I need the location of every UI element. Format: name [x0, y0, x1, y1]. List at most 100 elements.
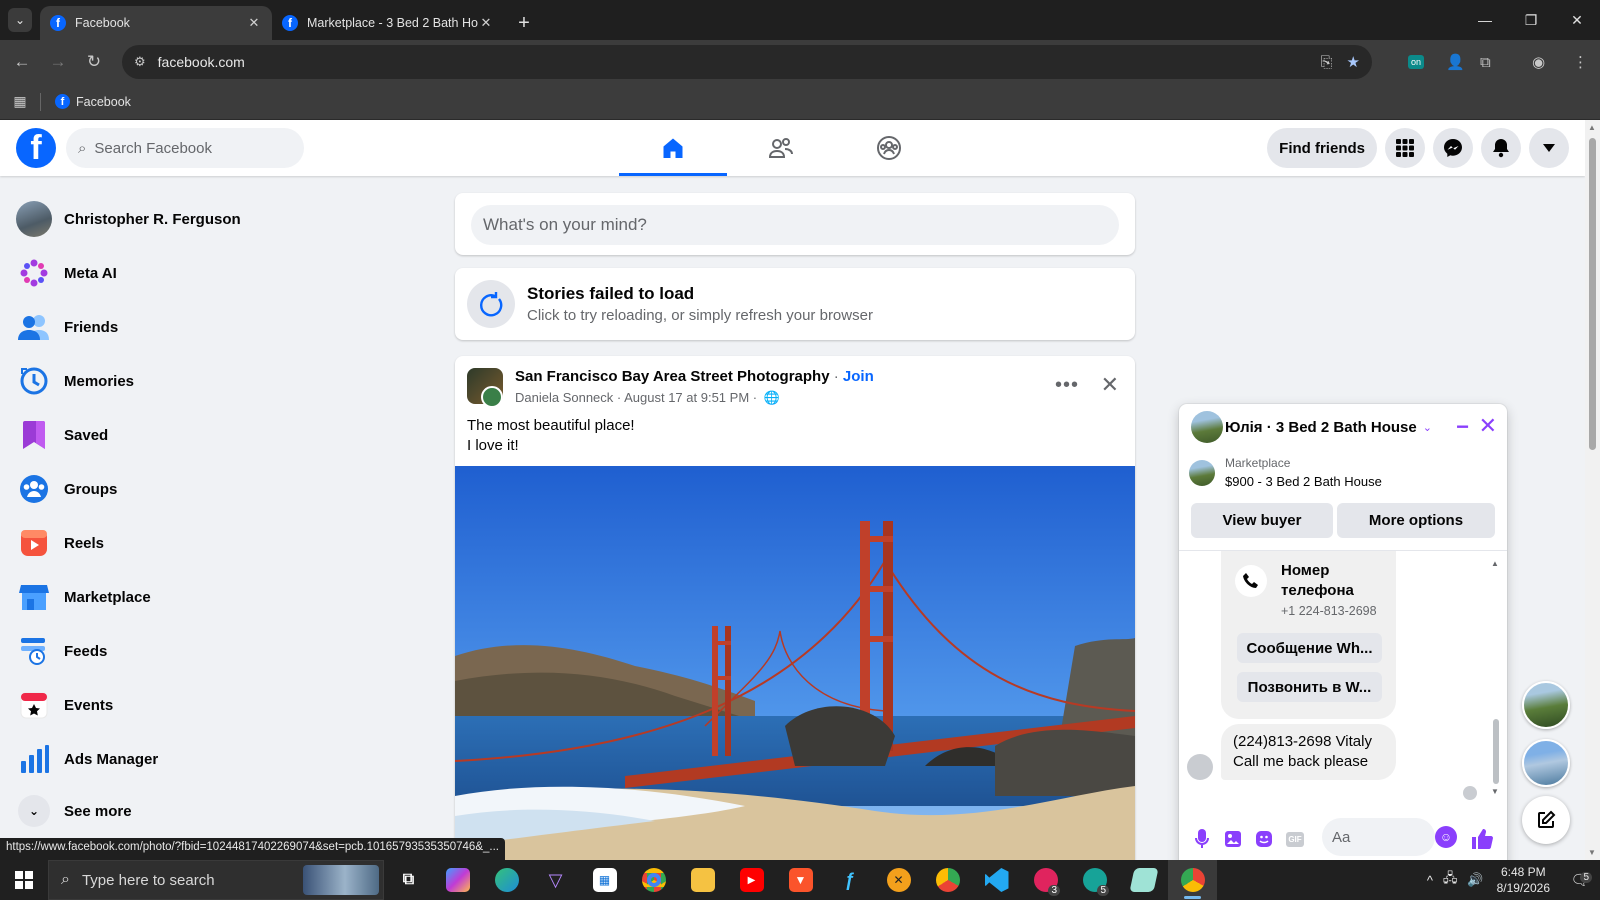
address-bar[interactable]: ⚙ facebook.com ⎘ ★: [122, 45, 1372, 79]
close-window-button[interactable]: ✕: [1554, 0, 1600, 40]
sidebar-item-ads-manager[interactable]: Ads Manager: [8, 732, 368, 786]
tab-marketplace[interactable]: f Marketplace - 3 Bed 2 Bath Hou ✕: [272, 6, 504, 40]
app-with-badge-3-icon[interactable]: 3: [1021, 860, 1070, 900]
chat-head-avatar[interactable]: [1522, 681, 1570, 729]
app-with-badge-5-icon[interactable]: 5: [1070, 860, 1119, 900]
scroll-down-icon[interactable]: ▼: [1491, 787, 1499, 796]
extension-person-icon[interactable]: 👤: [1446, 45, 1465, 79]
more-options-button[interactable]: More options: [1337, 503, 1495, 538]
volume-icon[interactable]: 🔊: [1467, 872, 1483, 888]
taskbar-clock[interactable]: 6:48 PM 8/19/2026: [1497, 864, 1550, 896]
chat-header[interactable]: Юлія · 3 Bed 2 Bath House ⌄ − ✕: [1179, 404, 1507, 450]
scroll-up-icon[interactable]: ▲: [1491, 559, 1499, 568]
thumbs-up-icon[interactable]: [1471, 828, 1493, 850]
network-icon[interactable]: 🖧: [1443, 869, 1458, 891]
chat-scrollbar[interactable]: ▲ ▼: [1491, 559, 1501, 799]
chat-head-avatar[interactable]: [1522, 739, 1570, 787]
site-info-icon[interactable]: ⚙: [134, 54, 146, 70]
chat-message-input[interactable]: Aa: [1322, 818, 1435, 856]
sidebar-item-reels[interactable]: Reels: [8, 516, 368, 570]
extension-on-icon[interactable]: on: [1408, 45, 1425, 79]
post-author-and-time[interactable]: Daniela Sonneck · August 17 at 9:51 PM ·: [515, 390, 757, 405]
sidebar-item-groups[interactable]: Groups: [8, 462, 368, 516]
sidebar-see-more[interactable]: ⌄ See more: [8, 786, 368, 836]
tab-close-icon[interactable]: ✕: [246, 15, 262, 31]
account-menu-button[interactable]: [1529, 128, 1569, 168]
file-explorer-icon[interactable]: [678, 860, 727, 900]
stories-error-card[interactable]: Stories failed to load Click to try relo…: [455, 268, 1135, 340]
call-whatsapp-button[interactable]: Позвонить в W...: [1237, 672, 1382, 702]
scroll-up-arrow-icon[interactable]: ▲: [1588, 123, 1596, 132]
restore-window-button[interactable]: ❐: [1508, 0, 1554, 40]
nav-friends-tab[interactable]: [727, 120, 835, 176]
scroll-down-arrow-icon[interactable]: ▼: [1588, 848, 1596, 857]
sidebar-item-feeds[interactable]: Feeds: [8, 624, 368, 678]
bookmark-facebook[interactable]: Facebook: [76, 95, 131, 109]
message-whatsapp-button[interactable]: Сообщение Wh...: [1237, 633, 1382, 663]
view-buyer-button[interactable]: View buyer: [1191, 503, 1333, 538]
tab-close-icon[interactable]: ✕: [478, 15, 494, 31]
post-options-icon[interactable]: •••: [1055, 374, 1079, 397]
new-tab-button[interactable]: +: [510, 9, 538, 37]
gif-icon[interactable]: GIF: [1284, 828, 1306, 850]
chat-scrollbar-thumb[interactable]: [1493, 719, 1499, 784]
sidebar-item-saved[interactable]: Saved: [8, 408, 368, 462]
browser-menu-icon[interactable]: ⋮: [1573, 45, 1588, 79]
search-highlight-image[interactable]: [303, 865, 379, 895]
taskbar-search-box[interactable]: ⌕ Type here to search: [48, 860, 384, 900]
sidebar-item-meta-ai[interactable]: Meta AI: [8, 246, 368, 300]
sidebar-item-profile[interactable]: Christopher R. Ferguson: [8, 192, 368, 246]
chrome-profile-icon[interactable]: [923, 860, 972, 900]
nav-home-tab[interactable]: [619, 120, 727, 176]
sidebar-item-marketplace[interactable]: Marketplace: [8, 570, 368, 624]
sidebar-item-events[interactable]: Events: [8, 678, 368, 732]
chrome-active-icon[interactable]: [1168, 860, 1217, 900]
vscode-icon[interactable]: [972, 860, 1021, 900]
microphone-icon[interactable]: [1191, 828, 1213, 850]
chat-contact-name[interactable]: Юлія · 3 Bed 2 Bath House: [1225, 419, 1417, 436]
notes-app-icon[interactable]: [1119, 860, 1168, 900]
page-scrollbar[interactable]: ▲ ▼: [1585, 120, 1600, 860]
bookmark-star-icon[interactable]: ★: [1347, 53, 1360, 71]
script-app-icon[interactable]: ƒ: [825, 860, 874, 900]
group-link[interactable]: San Francisco Bay Area Street Photograph…: [515, 368, 830, 385]
task-view-icon[interactable]: ⧉: [384, 860, 433, 900]
post-photo-golden-gate-bridge[interactable]: [455, 466, 1135, 876]
author-avatar[interactable]: [481, 386, 503, 408]
back-button[interactable]: ←: [4, 44, 40, 80]
sidebar-item-memories[interactable]: Memories: [8, 354, 368, 408]
sidebar-item-friends[interactable]: Friends: [8, 300, 368, 354]
hide-post-icon[interactable]: ✕: [1101, 372, 1119, 398]
find-friends-button[interactable]: Find friends: [1267, 128, 1377, 168]
page-scrollbar-thumb[interactable]: [1589, 138, 1596, 450]
chat-contact-avatar[interactable]: [1191, 411, 1223, 443]
youtube-icon[interactable]: ▶: [727, 860, 776, 900]
minimize-window-button[interactable]: —: [1462, 0, 1508, 40]
tab-facebook[interactable]: f Facebook ✕: [40, 6, 272, 40]
forward-button[interactable]: →: [40, 44, 76, 80]
edge-icon[interactable]: [482, 860, 531, 900]
nav-groups-tab[interactable]: [835, 120, 943, 176]
start-button[interactable]: [0, 860, 48, 900]
facebook-search-input[interactable]: ⌕ Search Facebook: [66, 128, 304, 168]
brave-icon[interactable]: ▼: [776, 860, 825, 900]
sticker-icon[interactable]: [1253, 828, 1275, 850]
close-chat-icon[interactable]: ✕: [1479, 413, 1497, 439]
menu-grid-button[interactable]: [1385, 128, 1425, 168]
tab-search-menu-button[interactable]: ⌄: [8, 8, 32, 32]
reload-icon[interactable]: [467, 280, 515, 328]
whats-on-your-mind-input[interactable]: What's on your mind?: [471, 205, 1119, 245]
emoji-icon[interactable]: ☺: [1435, 826, 1457, 848]
marketplace-listing-banner[interactable]: Marketplace $900 - 3 Bed 2 Bath House: [1189, 456, 1382, 489]
message-bubble[interactable]: (224)813-2698 Vitaly Call me back please: [1221, 724, 1396, 780]
join-group-link[interactable]: Join: [843, 368, 874, 385]
extensions-puzzle-icon[interactable]: ⧉: [1480, 45, 1491, 79]
profile-icon[interactable]: ◉: [1532, 45, 1545, 79]
copilot-icon[interactable]: [433, 860, 482, 900]
notifications-button[interactable]: [1481, 128, 1521, 168]
chevron-down-icon[interactable]: ⌄: [1423, 421, 1432, 434]
chrome-icon[interactable]: [629, 860, 678, 900]
photo-attach-icon[interactable]: [1222, 828, 1244, 850]
vpn-app-icon[interactable]: ▽: [531, 860, 580, 900]
reload-button[interactable]: ↻: [76, 44, 112, 80]
